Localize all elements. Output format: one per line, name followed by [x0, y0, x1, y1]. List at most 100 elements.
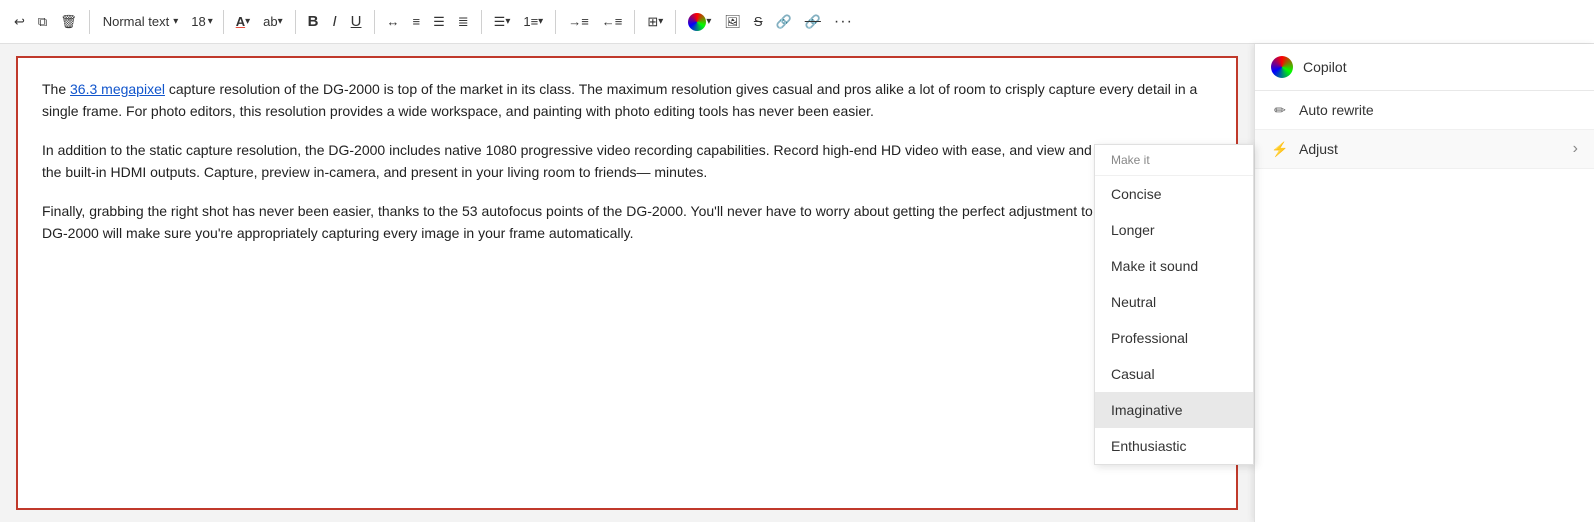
- font-color-button[interactable]: A ▾: [230, 6, 256, 38]
- align-group: ↔ ≡ ☰ ≣: [381, 6, 475, 38]
- numbered-list-chevron: ▾: [538, 16, 543, 27]
- more-icon: ···: [834, 13, 853, 31]
- toolbar: ↩ ⧉ 🗑 Normal text ▾ 18 ▾ A ▾ ab ▾ B I: [0, 0, 1594, 44]
- undo-icon: ↩: [14, 14, 25, 30]
- copilot-header: Copilot: [1255, 44, 1594, 91]
- numbered-list-button[interactable]: 1≡ ▾: [517, 6, 549, 38]
- font-color-chevron: ▾: [245, 16, 250, 27]
- indent-more-icon: →≡: [568, 14, 589, 29]
- submenu-concise[interactable]: Concise: [1095, 176, 1253, 212]
- table-button[interactable]: ⊞ ▾: [641, 6, 669, 38]
- toolbar-history-group: ↩ ⧉ 🗑: [8, 6, 83, 38]
- align-left-button[interactable]: ↔: [381, 6, 406, 38]
- divider-3: [295, 10, 296, 34]
- italic-icon: I: [332, 13, 336, 30]
- highlight-chevron: ▾: [278, 16, 283, 27]
- submenu-make-sound[interactable]: Make it sound: [1095, 248, 1253, 284]
- bullet-list-chevron: ▾: [505, 16, 510, 27]
- font-size-dropdown[interactable]: 18 ▾: [187, 12, 217, 31]
- highlight-icon: ab: [263, 14, 277, 29]
- indent-less-button[interactable]: ←≡: [596, 6, 629, 38]
- copy-button[interactable]: ⧉: [32, 6, 53, 38]
- copilot-circle-icon: [688, 13, 706, 31]
- copilot-title: Copilot: [1303, 59, 1347, 75]
- adjust-item[interactable]: ⚡ Adjust: [1255, 130, 1594, 169]
- auto-rewrite-item[interactable]: ✏ Auto rewrite: [1255, 91, 1594, 130]
- font-style-label: Normal text: [103, 14, 169, 29]
- font-style-dropdown[interactable]: Normal text ▾: [96, 11, 186, 32]
- more-button[interactable]: ···: [828, 6, 859, 38]
- italic-button[interactable]: I: [326, 6, 342, 38]
- strikethrough-icon: S: [754, 14, 763, 29]
- submenu-longer[interactable]: Longer: [1095, 212, 1253, 248]
- copilot-chevron: ▾: [706, 16, 711, 27]
- font-style-chevron: ▾: [173, 16, 178, 27]
- font-size-chevron: ▾: [208, 16, 213, 27]
- align-justify-icon: ≣: [458, 14, 469, 30]
- copilot-toolbar-group: ▾ 🖼 S 🔗 🔗 ···: [682, 6, 859, 38]
- doc-content[interactable]: The 36.3 megapixel capture resolution of…: [16, 56, 1238, 510]
- paragraph-1: The 36.3 megapixel capture resolution of…: [42, 78, 1212, 123]
- indent-less-icon: ←≡: [602, 14, 623, 29]
- indent-group: →≡ ←≡: [562, 6, 628, 38]
- submenu-professional[interactable]: Professional: [1095, 320, 1253, 356]
- table-chevron: ▾: [658, 16, 663, 27]
- undo-button[interactable]: ↩: [8, 6, 31, 38]
- copy-icon: ⧉: [38, 14, 47, 30]
- underline-icon: U: [351, 13, 362, 30]
- divider-4: [374, 10, 375, 34]
- adjust-label: Adjust: [1299, 141, 1563, 157]
- bullet-list-icon: ☰: [494, 14, 506, 30]
- list-group: ☰ ▾ 1≡ ▾: [488, 6, 550, 38]
- link-icon: 🔗: [776, 14, 792, 30]
- divider-7: [634, 10, 635, 34]
- indent-more-button[interactable]: →≡: [562, 6, 595, 38]
- submenu-neutral[interactable]: Neutral: [1095, 284, 1253, 320]
- adjust-arrow-icon: [1573, 140, 1578, 158]
- copilot-toolbar-button[interactable]: ▾: [682, 6, 717, 38]
- divider-5: [481, 10, 482, 34]
- align-center-icon: ≡: [413, 14, 421, 29]
- font-color-icon: A: [236, 14, 245, 29]
- table-icon: ⊞: [647, 14, 658, 30]
- submenu-header: Make it: [1095, 145, 1253, 176]
- text-format-group: A ▾ ab ▾: [230, 6, 289, 38]
- strikethrough-button[interactable]: S: [748, 6, 769, 38]
- submenu-casual[interactable]: Casual: [1095, 356, 1253, 392]
- font-size-label: 18: [191, 14, 205, 29]
- bold-button[interactable]: B: [302, 6, 325, 38]
- paragraph-2: In addition to the static capture resolu…: [42, 139, 1212, 184]
- divider-6: [555, 10, 556, 34]
- highlight-button[interactable]: ab ▾: [257, 6, 289, 38]
- align-center-button[interactable]: ≡: [407, 6, 427, 38]
- delete-button[interactable]: 🗑: [54, 6, 83, 38]
- auto-rewrite-icon: ✏: [1271, 101, 1289, 119]
- divider-2: [223, 10, 224, 34]
- underline-button[interactable]: U: [345, 6, 368, 38]
- align-justify-button[interactable]: ≣: [452, 6, 475, 38]
- paragraph-3: Finally, grabbing the right shot has nev…: [42, 200, 1212, 245]
- doc-area: The 36.3 megapixel capture resolution of…: [0, 44, 1254, 522]
- megapixel-link[interactable]: 36.3 megapixel: [70, 81, 165, 97]
- unlink-button[interactable]: 🔗: [799, 6, 827, 38]
- divider-1: [89, 10, 90, 34]
- numbered-list-icon: 1≡: [523, 14, 538, 29]
- adjust-submenu: Make it Concise Longer Make it sound Neu…: [1094, 144, 1254, 465]
- main-area: The 36.3 megapixel capture resolution of…: [0, 44, 1594, 522]
- insert-group: ⊞ ▾: [641, 6, 669, 38]
- image-icon: 🖼: [724, 14, 741, 30]
- submenu-imaginative[interactable]: Imaginative: [1095, 392, 1253, 428]
- image-button[interactable]: 🖼: [718, 6, 747, 38]
- unlink-icon: 🔗: [805, 14, 821, 30]
- bullet-list-button[interactable]: ☰ ▾: [488, 6, 517, 38]
- bold-icon: B: [308, 13, 319, 30]
- divider-8: [675, 10, 676, 34]
- link-button[interactable]: 🔗: [770, 6, 798, 38]
- auto-rewrite-label: Auto rewrite: [1299, 102, 1578, 118]
- trash-icon: 🗑: [60, 14, 77, 30]
- align-left-icon: ↔: [387, 14, 400, 29]
- copilot-panel: Copilot ✏ Auto rewrite ⚡ Adjust Make it …: [1254, 44, 1594, 522]
- submenu-enthusiastic[interactable]: Enthusiastic: [1095, 428, 1253, 464]
- copilot-header-icon: [1271, 56, 1293, 78]
- align-right-button[interactable]: ☰: [427, 6, 451, 38]
